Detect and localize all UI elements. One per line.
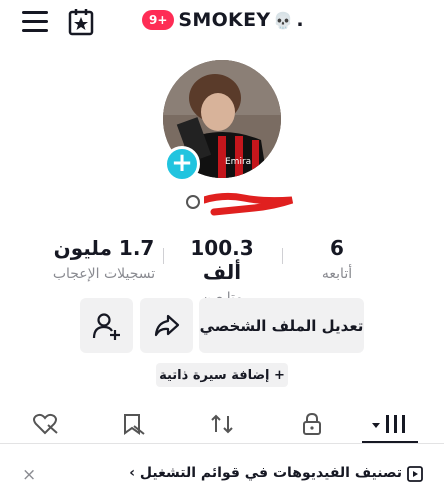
following-count: 6 — [330, 236, 344, 260]
playlist-icon — [407, 466, 423, 482]
followers-count: 100.3 ألف — [190, 236, 254, 284]
tab-videos[interactable] — [360, 408, 420, 440]
tab-saved[interactable] — [104, 408, 164, 440]
edit-profile-button[interactable]: تعديل الملف الشخصي — [199, 298, 364, 353]
redaction-scribble — [204, 192, 294, 216]
title-dot: . — [296, 9, 304, 31]
saved-icon — [124, 414, 145, 435]
tab-liked[interactable] — [16, 408, 76, 440]
svg-text:Emira: Emira — [225, 157, 251, 167]
tab-private[interactable] — [282, 408, 342, 440]
likes-stat[interactable]: 1.7 مليون تسجيلات الإعجاب — [50, 236, 158, 282]
add-user-icon — [92, 312, 120, 340]
videos-grid-icon — [372, 415, 405, 433]
liked-icon — [33, 413, 58, 435]
at-icon — [186, 195, 200, 209]
profile-title[interactable]: 9+ SMOKEY 💀 . — [142, 7, 304, 33]
notification-badge: 9+ — [142, 10, 175, 30]
add-avatar-button[interactable]: + — [164, 146, 200, 182]
repost-icon — [211, 414, 233, 434]
stat-divider — [282, 248, 283, 264]
lock-icon — [303, 412, 321, 435]
add-friends-button[interactable] — [80, 298, 133, 353]
banner-close-button[interactable]: × — [22, 465, 36, 485]
followers-stat[interactable]: 100.3 ألف متابعين — [172, 236, 272, 306]
add-bio-button[interactable]: + إضافة سيرة ذاتية — [156, 363, 288, 387]
handle-row — [186, 190, 296, 220]
tab-reposts[interactable] — [192, 408, 252, 440]
calendar-star-icon[interactable] — [66, 7, 98, 37]
username: SMOKEY — [178, 9, 271, 31]
likes-label: تسجيلات الإعجاب — [52, 266, 156, 282]
tabs-divider — [0, 443, 444, 444]
following-stat[interactable]: 6 أتابعه — [306, 236, 368, 282]
menu-icon[interactable] — [22, 11, 48, 33]
playlist-sort-banner[interactable]: تصنيف الفيديوهات في قوائم التشغيل › — [129, 465, 402, 481]
skull-emoji: 💀 — [273, 10, 294, 30]
share-icon — [154, 314, 179, 336]
following-label: أتابعه — [321, 266, 353, 282]
share-profile-button[interactable] — [140, 298, 193, 353]
stat-divider — [163, 248, 164, 264]
likes-count: 1.7 مليون — [53, 236, 155, 260]
